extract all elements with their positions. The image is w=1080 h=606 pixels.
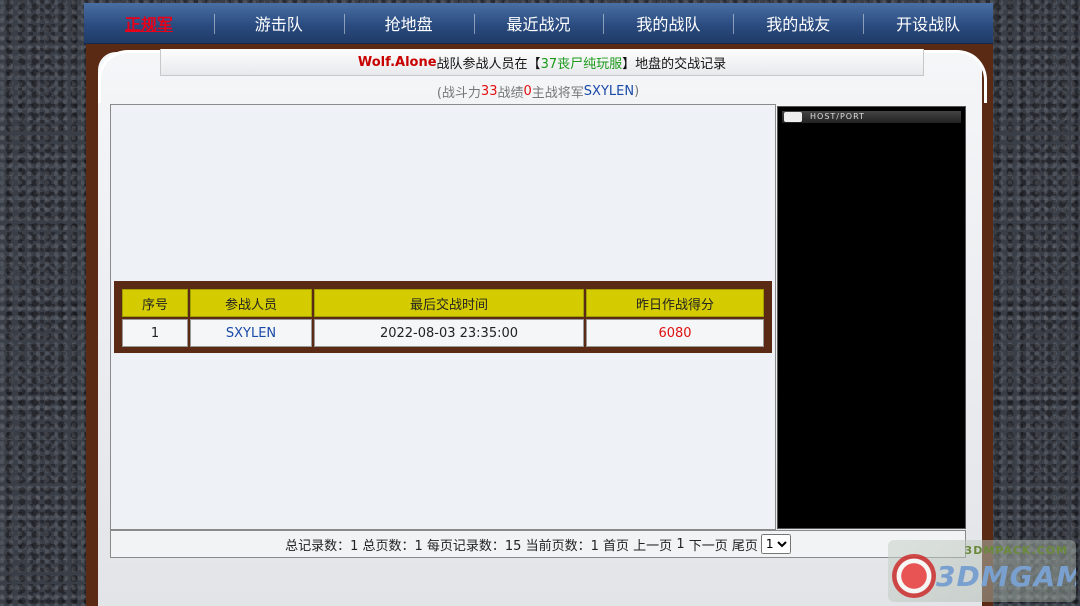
watermark-url: 3DMPACK.COM [964, 544, 1068, 557]
site-watermark: 3DMPACK.COM 3DMGAME [888, 540, 1076, 602]
cell-score: 6080 [586, 319, 764, 347]
top-nav: 正规军 游击队 抢地盘 最近战况 我的战队 我的战友 开设战队 [84, 3, 993, 45]
side-video-panel: HOST/PORT [777, 106, 966, 529]
page-title: Wolf.Alone 战队参战人员在【 37丧尸纯玩服 】地盘的交战记录 [160, 49, 924, 76]
stats-general-label: 主战将军 [531, 85, 584, 101]
pager-prev-link[interactable]: 上一页 [633, 535, 672, 554]
side-panel-header: HOST/PORT [782, 111, 961, 123]
stats-general[interactable]: SXYLEN [584, 84, 634, 99]
page-select[interactable]: 1 [760, 534, 791, 554]
watermark-logo-icon [892, 554, 936, 598]
territory-name[interactable]: 37丧尸纯玩服 [541, 53, 623, 72]
pager-first-link[interactable]: 首页 [603, 535, 629, 554]
pager-next-link[interactable]: 下一页 [689, 535, 728, 554]
col-last-battle: 最后交战时间 [314, 289, 584, 317]
pager-current-page: 1 [676, 536, 685, 552]
title-text-mid: 战队参战人员在【 [436, 56, 541, 72]
team-name[interactable]: Wolf.Alone [358, 55, 437, 70]
table-row: 1 SXYLEN 2022-08-03 23:35:00 6080 [122, 319, 764, 347]
side-panel-label: HOST/PORT [810, 112, 865, 121]
pager-last-link[interactable]: 尾页 [732, 535, 758, 554]
stats-record: 0 [523, 83, 532, 99]
cell-member-link[interactable]: SXYLEN [190, 319, 312, 347]
title-text-end: 】地盘的交战记录 [622, 56, 727, 72]
nav-item-grab-territory[interactable]: 抢地盘 [343, 3, 474, 43]
nav-item-regular-army[interactable]: 正规军 [84, 3, 214, 43]
records-table: 序号 参战人员 最后交战时间 昨日作战得分 1 SXYLEN 2022-08-0… [120, 287, 766, 349]
device-icon [784, 112, 802, 122]
stats-record-label: 战绩 [497, 85, 524, 101]
col-index: 序号 [122, 289, 188, 317]
col-member: 参战人员 [190, 289, 312, 317]
pager-summary: 总记录数：1 总页数：1 每页记录数：15 当前页数：1 [285, 538, 599, 554]
nav-item-recent-battles[interactable]: 最近战况 [473, 3, 604, 43]
table-header-row: 序号 参战人员 最后交战时间 昨日作战得分 [122, 289, 764, 317]
nav-item-create-team[interactable]: 开设战队 [863, 3, 993, 43]
nav-item-guerrilla[interactable]: 游击队 [213, 3, 344, 43]
stats-suffix: ) [634, 83, 640, 99]
pagination: 总记录数：1 总页数：1 每页记录数：15 当前页数：1 首页 上一页 1 下一… [110, 530, 966, 558]
team-stats: (战斗力 33 战绩 0 主战将军 SXYLEN ) [108, 80, 968, 102]
stats-power: 33 [480, 83, 498, 99]
cell-index: 1 [122, 319, 188, 347]
records-table-wrap: 序号 参战人员 最后交战时间 昨日作战得分 1 SXYLEN 2022-08-0… [114, 281, 772, 353]
nav-item-my-comrades[interactable]: 我的战友 [733, 3, 863, 43]
stats-prefix: (战斗力 [436, 85, 481, 101]
watermark-brand: 3DMGAME [936, 560, 1076, 593]
cell-last-battle: 2022-08-03 23:35:00 [314, 319, 584, 347]
col-score: 昨日作战得分 [586, 289, 764, 317]
nav-item-my-team[interactable]: 我的战队 [603, 3, 733, 43]
